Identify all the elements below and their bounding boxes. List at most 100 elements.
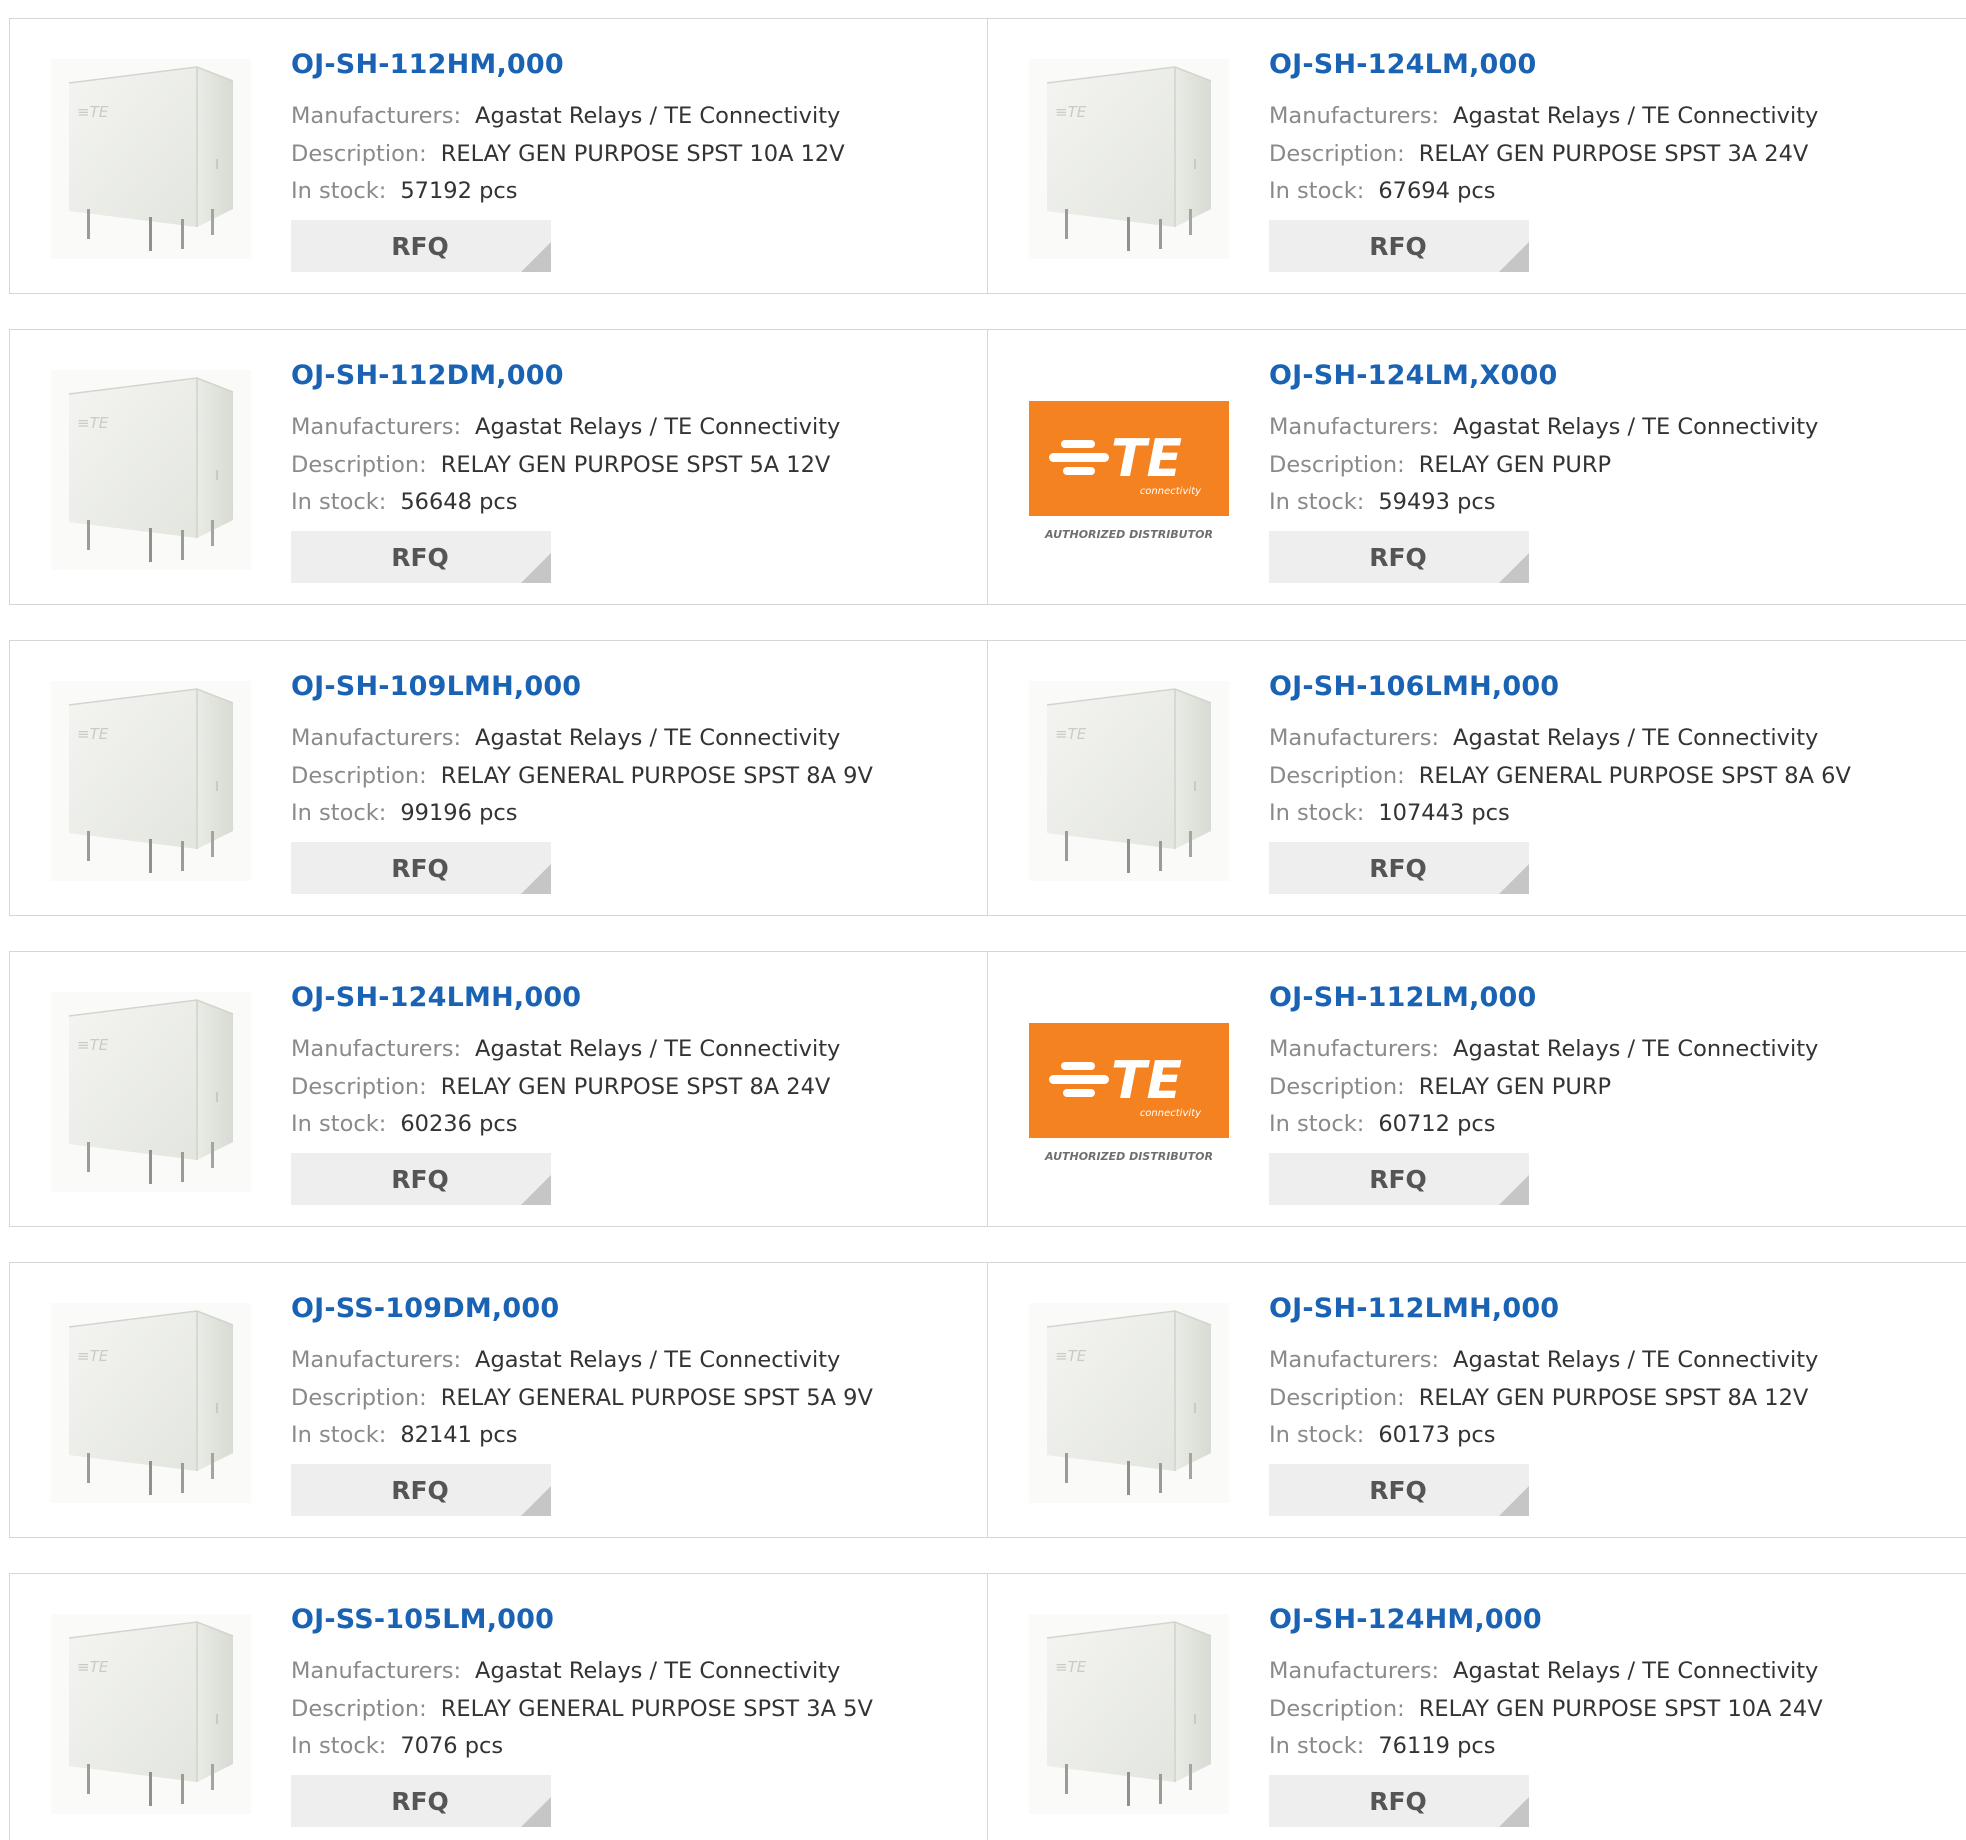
rfq-button[interactable]: RFQ — [1269, 1464, 1529, 1516]
part-number-link[interactable]: OJ-SH-112LMH,000 — [1269, 1293, 1559, 1324]
te-authorized-distributor-logo[interactable]: TE connectivity AUTHORIZED DISTRIBUTOR — [1029, 992, 1229, 1192]
corner-triangle-icon — [1499, 553, 1529, 583]
corner-triangle-icon — [521, 1175, 551, 1205]
stock-value: 7076 pcs — [400, 1733, 504, 1759]
stock-line: In stock: 57192 pcs — [291, 176, 517, 206]
part-number-link[interactable]: OJ-SH-112HM,000 — [291, 49, 564, 80]
relay-product-image[interactable]: ≡TE — [1029, 681, 1229, 881]
rfq-button[interactable]: RFQ — [1269, 842, 1529, 894]
part-number-link[interactable]: OJ-SH-124LM,X000 — [1269, 360, 1558, 391]
manufacturer-value: Agastat Relays / TE Connectivity — [475, 1347, 841, 1373]
rfq-button[interactable]: RFQ — [1269, 220, 1529, 272]
manufacturer-value: Agastat Relays / TE Connectivity — [475, 1658, 841, 1684]
description-line: Description: RELAY GEN PURPOSE SPST 3A 24… — [1269, 139, 1808, 169]
part-number-link[interactable]: OJ-SH-124LMH,000 — [291, 982, 581, 1013]
description-line: Description: RELAY GENERAL PURPOSE SPST 5… — [291, 1383, 873, 1413]
corner-triangle-icon — [521, 1797, 551, 1827]
rfq-button-label: RFQ — [391, 542, 449, 572]
rfq-button[interactable]: RFQ — [291, 220, 551, 272]
svg-text:TE: TE — [1111, 429, 1182, 489]
rfq-button-label: RFQ — [391, 1164, 449, 1194]
manufacturer-value: Agastat Relays / TE Connectivity — [475, 1036, 841, 1062]
svg-text:≡TE: ≡TE — [1055, 1658, 1087, 1676]
description-value: RELAY GEN PURPOSE SPST 5A 12V — [440, 452, 831, 478]
rfq-button[interactable]: RFQ — [1269, 531, 1529, 583]
product-card: ≡TE OJ-SH-112HM,000 Manufacturers: Agastat… — [10, 19, 988, 293]
rfq-button-label: RFQ — [391, 853, 449, 883]
description-line: Description: RELAY GEN PURPOSE SPST 10A 1… — [291, 139, 845, 169]
product-card: TE connectivity AUTHORIZED DISTRIBUTOR O… — [988, 330, 1966, 604]
description-line: Description: RELAY GEN PURPOSE SPST 8A 12… — [1269, 1383, 1808, 1413]
manufacturer-value: Agastat Relays / TE Connectivity — [1453, 1347, 1819, 1373]
description-value: RELAY GEN PURPOSE SPST 8A 24V — [440, 1074, 831, 1100]
stock-label: In stock: — [291, 178, 387, 204]
stock-line: In stock: 82141 pcs — [291, 1420, 517, 1450]
stock-value: 82141 pcs — [400, 1422, 518, 1448]
manufacturer-line: Manufacturers: Agastat Relays / TE Connec… — [291, 1345, 840, 1375]
description-line: Description: RELAY GEN PURPOSE SPST 8A 24… — [291, 1072, 830, 1102]
stock-value: 67694 pcs — [1378, 178, 1496, 204]
svg-text:AUTHORIZED DISTRIBUTOR: AUTHORIZED DISTRIBUTOR — [1044, 1150, 1213, 1163]
stock-line: In stock: 60712 pcs — [1269, 1109, 1495, 1139]
manufacturer-value: Agastat Relays / TE Connectivity — [1453, 1658, 1819, 1684]
rfq-button[interactable]: RFQ — [291, 531, 551, 583]
description-label: Description: — [291, 1385, 427, 1411]
relay-product-image[interactable]: ≡TE — [51, 59, 251, 259]
part-number-link[interactable]: OJ-SH-124HM,000 — [1269, 1604, 1542, 1635]
description-line: Description: RELAY GEN PURPOSE SPST 5A 12… — [291, 450, 830, 480]
description-label: Description: — [1269, 1074, 1405, 1100]
product-card: ≡TE OJ-SH-106LMH,000 Manufacturers: Agasta… — [988, 641, 1966, 915]
description-value: RELAY GENERAL PURPOSE SPST 5A 9V — [440, 1385, 873, 1411]
rfq-button[interactable]: RFQ — [291, 1775, 551, 1827]
rfq-button[interactable]: RFQ — [291, 842, 551, 894]
rfq-button[interactable]: RFQ — [1269, 1153, 1529, 1205]
manufacturer-label: Manufacturers: — [291, 414, 462, 440]
part-number-link[interactable]: OJ-SH-112LM,000 — [1269, 982, 1537, 1013]
relay-product-image[interactable]: ≡TE — [51, 681, 251, 881]
part-number-link[interactable]: OJ-SH-109LMH,000 — [291, 671, 581, 702]
relay-product-image[interactable]: ≡TE — [1029, 59, 1229, 259]
stock-value: 99196 pcs — [400, 800, 518, 826]
rfq-button[interactable]: RFQ — [291, 1153, 551, 1205]
product-card: ≡TE OJ-SH-112DM,000 Manufacturers: Agastat… — [10, 330, 988, 604]
manufacturer-label: Manufacturers: — [1269, 103, 1440, 129]
stock-line: In stock: 60236 pcs — [291, 1109, 517, 1139]
description-value: RELAY GEN PURPOSE SPST 3A 24V — [1418, 141, 1809, 167]
svg-text:≡TE: ≡TE — [77, 414, 109, 432]
corner-triangle-icon — [1499, 1175, 1529, 1205]
stock-label: In stock: — [291, 1111, 387, 1137]
description-line: Description: RELAY GEN PURP — [1269, 450, 1611, 480]
description-value: RELAY GEN PURPOSE SPST 10A 24V — [1418, 1696, 1823, 1722]
stock-label: In stock: — [291, 1733, 387, 1759]
stock-value: 60712 pcs — [1378, 1111, 1496, 1137]
relay-product-image[interactable]: ≡TE — [51, 1303, 251, 1503]
description-value: RELAY GEN PURP — [1418, 452, 1612, 478]
rfq-button-label: RFQ — [1369, 231, 1427, 261]
rfq-button[interactable]: RFQ — [291, 1464, 551, 1516]
part-number-link[interactable]: OJ-SH-112DM,000 — [291, 360, 564, 391]
part-number-link[interactable]: OJ-SS-109DM,000 — [291, 1293, 559, 1324]
product-grid: ≡TE OJ-SH-112HM,000 Manufacturers: Agastat… — [0, 0, 1966, 1840]
stock-line: In stock: 99196 pcs — [291, 798, 517, 828]
stock-label: In stock: — [291, 489, 387, 515]
description-label: Description: — [1269, 1696, 1405, 1722]
relay-product-image[interactable]: ≡TE — [51, 992, 251, 1192]
svg-text:≡TE: ≡TE — [1055, 725, 1087, 743]
part-number-link[interactable]: OJ-SH-106LMH,000 — [1269, 671, 1559, 702]
relay-product-image[interactable]: ≡TE — [1029, 1614, 1229, 1814]
rfq-button[interactable]: RFQ — [1269, 1775, 1529, 1827]
description-label: Description: — [291, 1696, 427, 1722]
corner-triangle-icon — [1499, 864, 1529, 894]
relay-product-image[interactable]: ≡TE — [51, 370, 251, 570]
description-value: RELAY GEN PURPOSE SPST 10A 12V — [440, 141, 845, 167]
manufacturer-line: Manufacturers: Agastat Relays / TE Connec… — [291, 101, 840, 131]
stock-value: 60236 pcs — [400, 1111, 518, 1137]
part-number-link[interactable]: OJ-SS-105LM,000 — [291, 1604, 554, 1635]
stock-label: In stock: — [1269, 1422, 1365, 1448]
relay-product-image[interactable]: ≡TE — [1029, 1303, 1229, 1503]
te-authorized-distributor-logo[interactable]: TE connectivity AUTHORIZED DISTRIBUTOR — [1029, 370, 1229, 570]
relay-product-image[interactable]: ≡TE — [51, 1614, 251, 1814]
stock-value: 76119 pcs — [1378, 1733, 1496, 1759]
manufacturer-label: Manufacturers: — [1269, 1658, 1440, 1684]
part-number-link[interactable]: OJ-SH-124LM,000 — [1269, 49, 1537, 80]
